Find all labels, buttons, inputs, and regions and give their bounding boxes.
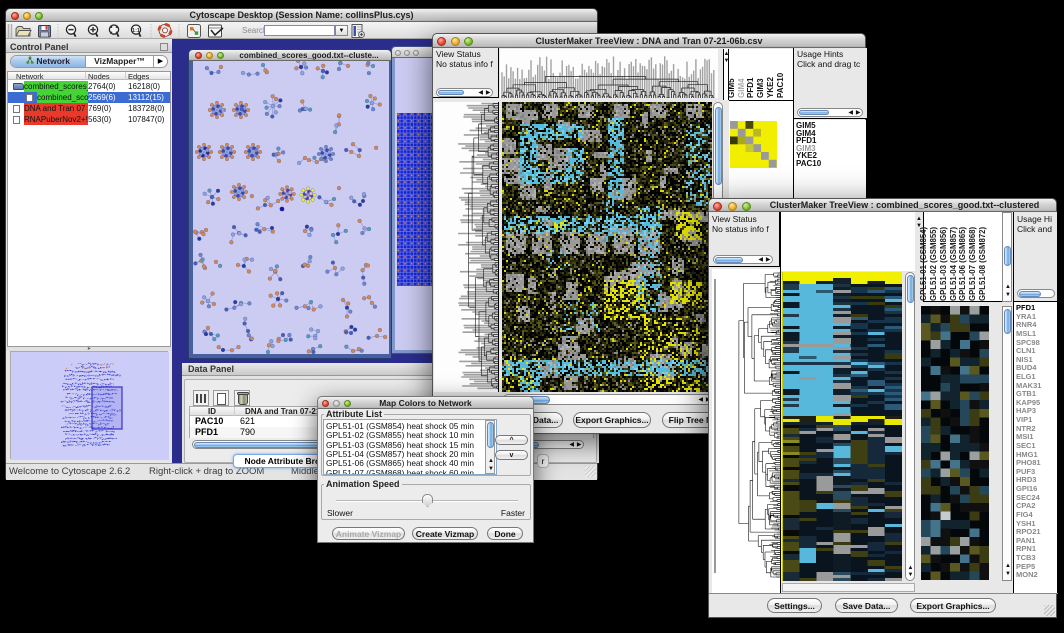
svg-text:1:1: 1:1 [132, 28, 140, 34]
